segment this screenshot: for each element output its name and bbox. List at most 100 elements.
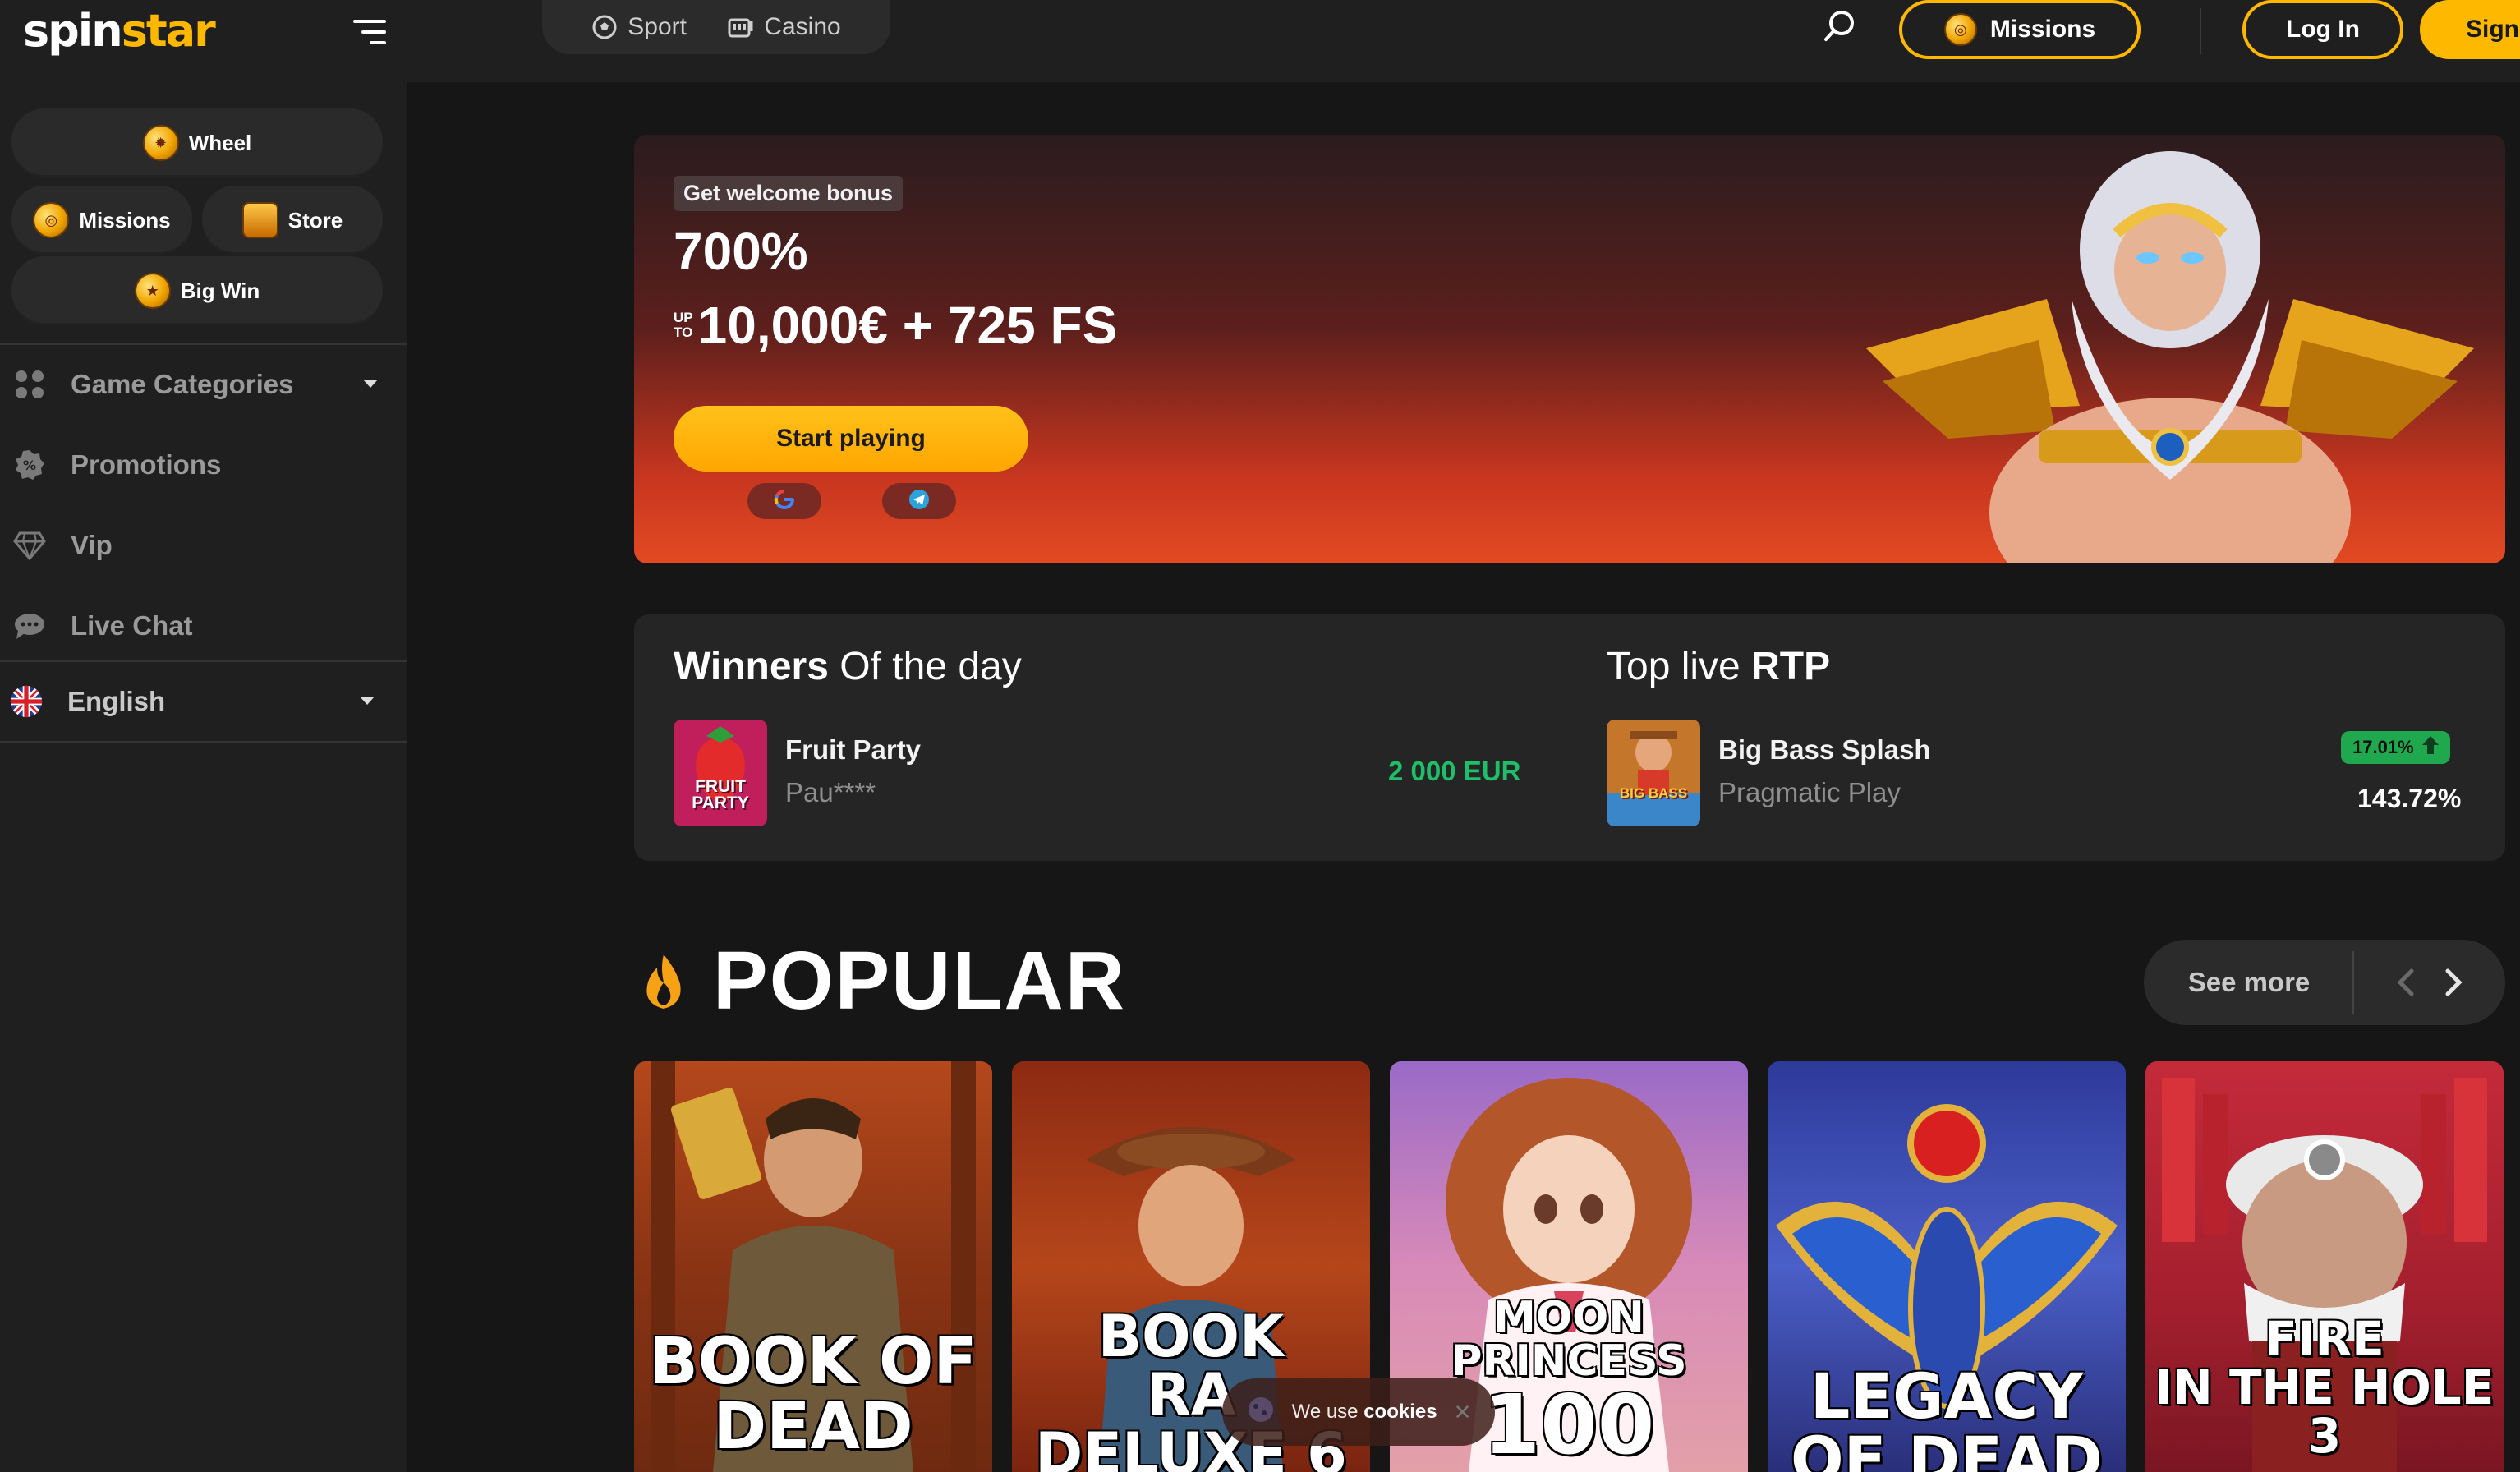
big-win-icon: ★ <box>134 273 171 309</box>
missions-button[interactable]: ◎ Missions <box>1899 0 2141 59</box>
bonus-amount: 10,000€ + 725 FS <box>697 296 1118 355</box>
sidebar-divider <box>0 741 407 743</box>
rtp-game-provider: Pragmatic Play <box>1718 777 1901 807</box>
sidebar-item-game-categories[interactable]: Game Categories <box>13 355 394 414</box>
see-more-button[interactable]: See more <box>2144 940 2354 1025</box>
close-icon[interactable]: ✕ <box>1454 1400 1472 1425</box>
login-button[interactable]: Log In <box>2242 0 2403 59</box>
bonus-percent: 700% <box>674 222 808 281</box>
chevron-left-icon[interactable] <box>2389 964 2425 1000</box>
top-nav-tabs: Sport Casino <box>542 0 890 54</box>
big-win-button[interactable]: ★ Big Win <box>11 256 383 325</box>
popular-section-title: POPULAR <box>713 935 1126 1027</box>
winner-game-name[interactable]: Fruit Party <box>785 734 921 766</box>
sidebar-item-promotions[interactable]: % Promotions <box>13 435 394 494</box>
top-bar: spinstar Sport Casino ◎ Missions Log In … <box>0 0 2520 82</box>
sidebar-item-live-chat[interactable]: Live Chat <box>13 596 394 656</box>
logo-text-part2: star <box>121 5 216 57</box>
wheel-icon: ✹ <box>142 125 179 161</box>
rtp-title-bold: RTP <box>1751 645 1831 688</box>
search-icon[interactable] <box>1822 8 1858 44</box>
google-signin-button[interactable] <box>747 483 821 519</box>
game-card-title: BOOK OF DEAD <box>649 1324 977 1465</box>
chat-bubble-icon <box>13 610 46 642</box>
language-selector[interactable]: English <box>10 672 391 731</box>
soccer-ball-icon <box>591 14 618 40</box>
store-label: Store <box>287 207 343 232</box>
big-bass-logo-text: BIG BASS <box>1619 785 1688 801</box>
svg-text:%: % <box>23 458 36 473</box>
start-playing-button[interactable]: Start playing <box>674 406 1028 472</box>
google-icon <box>774 489 795 514</box>
treasure-chest-icon <box>241 202 278 238</box>
sidebar-item-label: Live Chat <box>71 610 193 641</box>
chevron-down-icon <box>360 697 375 705</box>
sidebar-item-label: Promotions <box>71 449 222 480</box>
top-divider <box>2200 8 2201 54</box>
cookie-text: We use cookies <box>1291 1401 1437 1423</box>
logo[interactable]: spinstar <box>23 5 216 57</box>
cookie-icon <box>1246 1395 1276 1430</box>
diamond-icon <box>13 529 46 562</box>
uk-flag-icon <box>10 685 43 718</box>
winners-title: Winners Of the day <box>674 647 1022 687</box>
game-card-fire-in-the-hole-3[interactable]: FIRE IN THE HOLE 3 <box>2145 1061 2504 1472</box>
rtp-change-value: 17.01% <box>2352 737 2414 757</box>
missions-target-icon: ◎ <box>1943 13 1977 46</box>
menu-toggle-icon[interactable] <box>353 20 386 44</box>
popular-controls: See more <box>2144 940 2505 1025</box>
tab-casino-label: Casino <box>764 13 841 40</box>
language-label: English <box>67 686 166 716</box>
arrow-up-icon <box>2421 736 2439 759</box>
sidebar-item-label: Game Categories <box>71 369 294 399</box>
tab-sport-label: Sport <box>628 13 687 40</box>
sidebar-item-vip[interactable]: Vip <box>13 516 394 575</box>
sidebar-divider <box>0 343 407 345</box>
rtp-title-rest: Top live <box>1607 645 1752 688</box>
missions-coin-icon: ◎ <box>33 202 70 238</box>
game-card-title: LEGACY OF DEAD <box>1791 1359 2103 1472</box>
tab-casino[interactable]: Casino <box>728 13 841 41</box>
big-win-label: Big Win <box>180 278 260 303</box>
fire-icon <box>641 953 687 1010</box>
top-rtp-title: Top live RTP <box>1607 647 1830 687</box>
zeus-illustration <box>1833 135 2505 564</box>
winners-title-rest: Of the day <box>828 645 1022 688</box>
welcome-bonus-banner[interactable]: Get welcome bonus 700% UP TO 10,000€ + 7… <box>634 135 2505 564</box>
sidebar-item-label: Vip <box>71 530 113 560</box>
chevron-down-icon <box>363 380 378 388</box>
badge-percent-icon: % <box>13 448 46 481</box>
winners-title-bold: Winners <box>674 645 829 688</box>
wheel-label: Wheel <box>188 130 252 155</box>
wheel-button[interactable]: ✹ Wheel <box>11 108 383 177</box>
up-text: UP <box>674 310 693 325</box>
sidebar: ✹ Wheel ◎ Missions Store ★ Big Win Game … <box>0 82 407 1472</box>
sidebar-missions-label: Missions <box>79 207 171 232</box>
rtp-value: 143.72% <box>2357 784 2462 813</box>
game-card-legacy-of-dead[interactable]: LEGACY OF DEAD <box>1768 1061 2126 1472</box>
winners-rtp-panel: Winners Of the day FRUIT PARTY Fruit Part… <box>634 614 2505 861</box>
rtp-game-name[interactable]: Big Bass Splash <box>1718 734 1931 766</box>
game-card-book-of-dead[interactable]: BOOK OF DEAD <box>634 1061 992 1472</box>
logo-text-part1: spin <box>23 5 123 57</box>
fruit-party-logo-text: FRUIT PARTY <box>692 777 749 812</box>
tab-sport[interactable]: Sport <box>591 13 687 41</box>
store-button[interactable]: Store <box>202 186 383 255</box>
welcome-bonus-badge: Get welcome bonus <box>674 176 904 211</box>
slot-machine-icon <box>728 14 754 40</box>
fruit-party-thumbnail[interactable]: FRUIT PARTY <box>674 720 767 826</box>
up-to-label: UP TO <box>674 310 693 340</box>
telegram-signin-button[interactable] <box>882 483 956 519</box>
sidebar-missions-button[interactable]: ◎ Missions <box>11 186 192 255</box>
signup-button[interactable]: Sign <box>2420 0 2520 59</box>
cookie-notice[interactable]: We use cookies ✕ <box>1222 1378 1495 1446</box>
chevron-right-icon[interactable] <box>2435 964 2471 1000</box>
big-bass-splash-thumbnail[interactable]: BIG BASS <box>1607 720 1700 826</box>
game-card-title: FIRE IN THE HOLE 3 <box>2154 1310 2495 1464</box>
sidebar-divider <box>0 660 407 662</box>
missions-button-label: Missions <box>1989 16 2096 43</box>
telegram-icon <box>908 489 930 514</box>
bonus-amount-row: UP TO 10,000€ + 725 FS <box>674 299 1117 352</box>
categories-icon <box>13 368 46 401</box>
winner-amount: 2 000 EUR <box>1388 756 1521 786</box>
